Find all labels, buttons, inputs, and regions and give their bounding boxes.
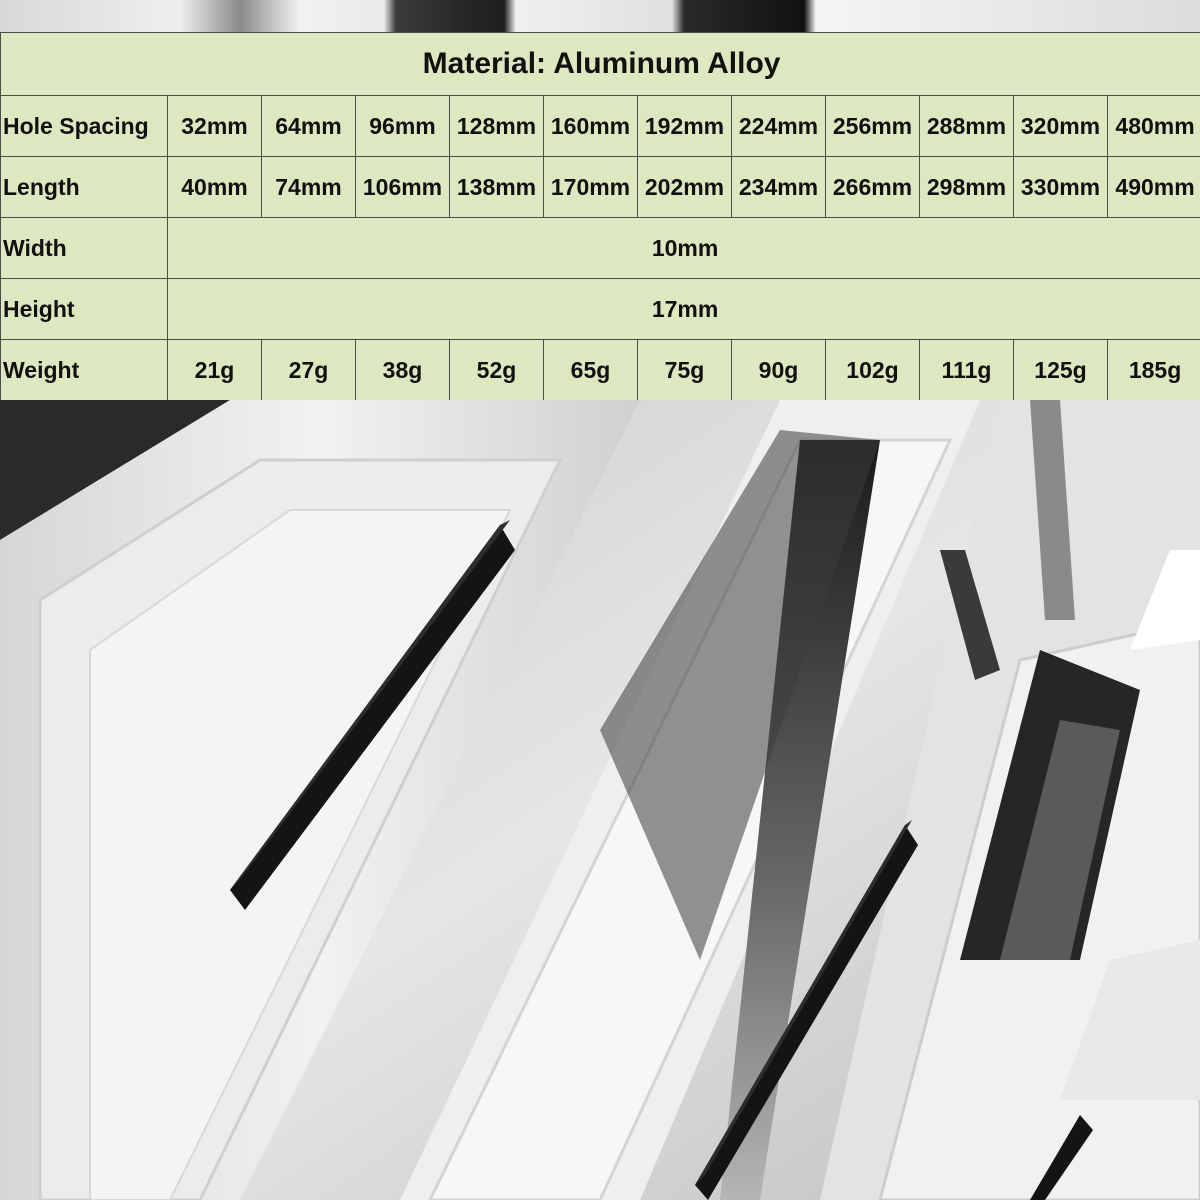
hole-spacing-cell: 64mm xyxy=(261,95,356,157)
weight-cell: 90g xyxy=(731,339,826,401)
width-value: 10mm xyxy=(166,217,1200,279)
hole-spacing-cell: 32mm xyxy=(167,95,262,157)
weight-cell: 185g xyxy=(1106,339,1200,401)
length-cell: 330mm xyxy=(1013,156,1108,218)
material-title: Material: Aluminum Alloy xyxy=(0,32,1200,96)
weight-cell: 125g xyxy=(1013,339,1108,401)
height-row: Height 17mm xyxy=(0,278,1200,340)
weight-cell: 75g xyxy=(637,339,732,401)
height-value: 17mm xyxy=(166,278,1200,340)
weight-cell: 21g xyxy=(167,339,262,401)
weight-cell: 65g xyxy=(543,339,638,401)
length-cell: 40mm xyxy=(167,156,262,218)
weight-label: Weight xyxy=(0,339,168,401)
length-cell: 266mm xyxy=(825,156,920,218)
length-cell: 202mm xyxy=(637,156,732,218)
hole-spacing-cell: 288mm xyxy=(919,95,1014,157)
drawer-handles-photo xyxy=(0,400,1200,1200)
weight-cell: 102g xyxy=(825,339,920,401)
length-cell: 490mm xyxy=(1106,156,1200,218)
hole-spacing-cell: 224mm xyxy=(731,95,826,157)
hole-spacing-cell: 96mm xyxy=(355,95,450,157)
length-cell: 74mm xyxy=(261,156,356,218)
width-label: Width xyxy=(0,217,168,279)
width-row: Width 10mm xyxy=(0,217,1200,279)
top-photo-strip xyxy=(0,0,1200,32)
hole-spacing-row: Hole Spacing 32mm 64mm 96mm 128mm 160mm … xyxy=(0,95,1200,157)
length-cell: 106mm xyxy=(355,156,450,218)
weight-cell: 52g xyxy=(449,339,544,401)
title-row: Material: Aluminum Alloy xyxy=(0,32,1200,96)
length-cell: 138mm xyxy=(449,156,544,218)
hole-spacing-cell: 128mm xyxy=(449,95,544,157)
product-spec-page: Material: Aluminum Alloy Hole Spacing 32… xyxy=(0,0,1200,1200)
weight-row: Weight 21g 27g 38g 52g 65g 75g 90g 102g … xyxy=(0,339,1200,401)
length-row: Length 40mm 74mm 106mm 138mm 170mm 202mm… xyxy=(0,156,1200,218)
hole-spacing-cell: 160mm xyxy=(543,95,638,157)
length-label: Length xyxy=(0,156,168,218)
spec-table: Material: Aluminum Alloy Hole Spacing 32… xyxy=(0,32,1200,401)
hole-spacing-cell: 256mm xyxy=(825,95,920,157)
hole-spacing-label: Hole Spacing xyxy=(0,95,168,157)
hole-spacing-cell: 192mm xyxy=(637,95,732,157)
hole-spacing-cell: 320mm xyxy=(1013,95,1108,157)
length-cell: 234mm xyxy=(731,156,826,218)
length-cell: 170mm xyxy=(543,156,638,218)
weight-cell: 38g xyxy=(355,339,450,401)
height-label: Height xyxy=(0,278,168,340)
hole-spacing-cell: 480mm xyxy=(1106,95,1200,157)
weight-cell: 27g xyxy=(261,339,356,401)
weight-cell: 111g xyxy=(919,339,1014,401)
length-cell: 298mm xyxy=(919,156,1014,218)
